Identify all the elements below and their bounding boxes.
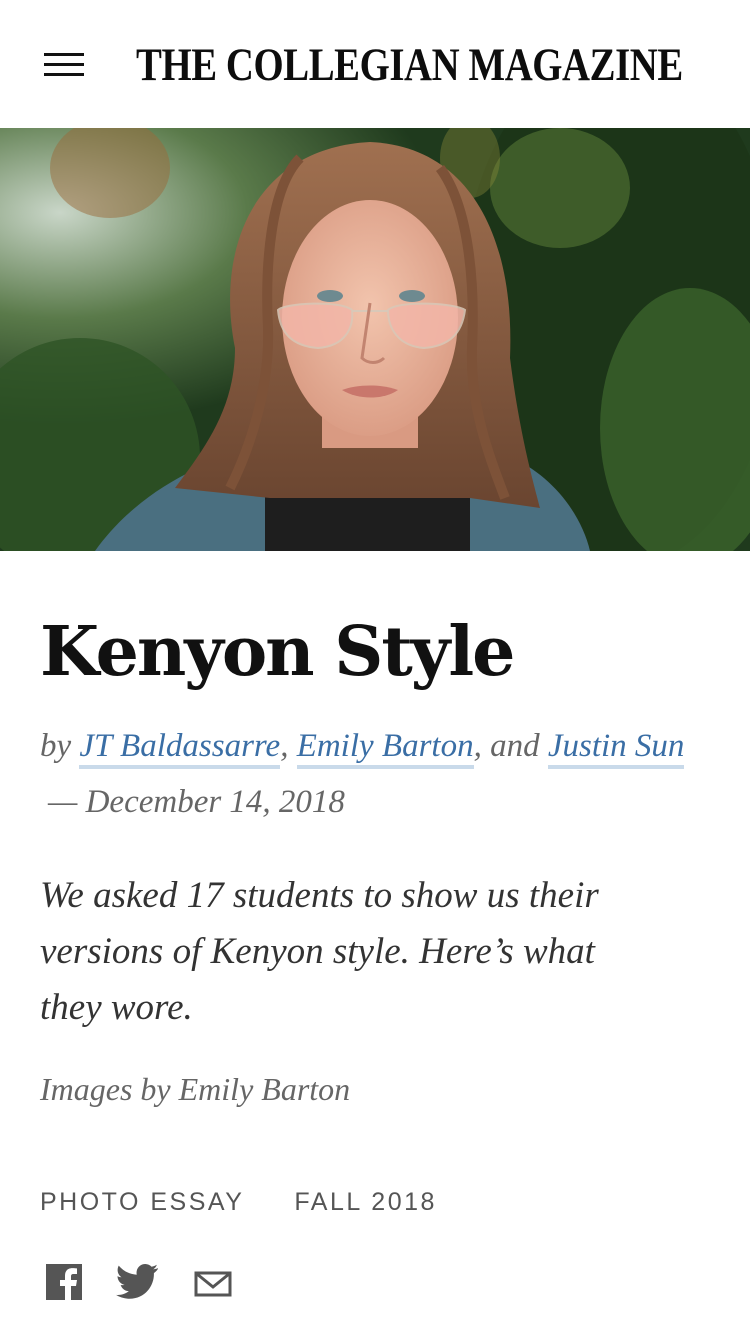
email-icon[interactable] [194, 1264, 234, 1304]
hero-image [0, 128, 750, 551]
facebook-icon[interactable] [46, 1264, 86, 1304]
byline-comma: , [280, 728, 289, 764]
author-link-jt-baldassarre[interactable]: JT Baldassarre [79, 728, 281, 769]
twitter-icon[interactable] [115, 1264, 158, 1304]
article-tags: PHOTO ESSAY FALL 2018 [40, 1182, 483, 1222]
date-text: December 14, 2018 [85, 784, 345, 820]
byline: by JT Baldassarre, Emily Barton, and Jus… [40, 722, 720, 770]
site-header: THE COLLEGIAN MAGAZINE [0, 0, 750, 128]
date-dash: — [48, 784, 78, 820]
article-title: Kenyon Style [40, 612, 515, 692]
byline-and: , and [473, 728, 540, 764]
article-dek: We asked 17 students to show us their ve… [40, 875, 599, 1028]
author-link-justin-sun[interactable]: Justin Sun [547, 728, 685, 769]
hamburger-menu-icon[interactable] [44, 52, 84, 78]
tag-fall-2018[interactable]: FALL 2018 [294, 1182, 437, 1222]
tag-photo-essay[interactable]: PHOTO ESSAY [40, 1182, 244, 1222]
photo-credit: Images by Emily Barton [40, 1071, 351, 1107]
byline-prefix: by [40, 728, 72, 764]
site-title[interactable]: THE COLLEGIAN MAGAZINE [136, 38, 683, 92]
publish-date: — December 14, 2018 [48, 780, 345, 824]
author-link-emily-barton[interactable]: Emily Barton [296, 728, 474, 769]
